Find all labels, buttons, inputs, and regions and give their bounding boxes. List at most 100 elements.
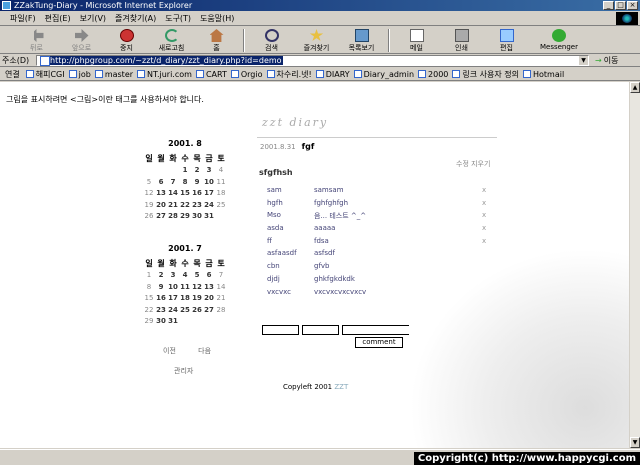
messenger-button[interactable]: Messenger — [529, 27, 589, 54]
calendar-day[interactable]: 21 — [167, 199, 179, 211]
calendar-day[interactable]: 3 — [167, 270, 179, 282]
calendar-day[interactable]: 19 — [191, 293, 203, 305]
refresh-button[interactable]: 새로고침 — [149, 27, 194, 54]
calendar-day[interactable]: 16 — [191, 188, 203, 200]
calendar-day[interactable]: 16 — [155, 293, 167, 305]
link-item[interactable]: master — [94, 70, 133, 79]
calendar-day[interactable]: 2 — [155, 270, 167, 282]
delete-comment-icon[interactable]: x — [482, 199, 486, 207]
comment-name-input[interactable] — [262, 325, 299, 335]
scroll-down-icon[interactable]: ▼ — [630, 437, 640, 448]
calendar-day[interactable]: 28 — [167, 211, 179, 223]
calendar-day[interactable]: 23 — [191, 199, 203, 211]
close-button[interactable]: × — [627, 1, 638, 10]
calendar-day[interactable]: 18 — [215, 188, 227, 200]
calendar-day[interactable]: 25 — [215, 199, 227, 211]
menu-tools[interactable]: 도구(T) — [165, 13, 191, 24]
vertical-scrollbar[interactable]: ▲ ▼ — [629, 82, 640, 448]
delete-comment-icon[interactable]: x — [482, 211, 486, 219]
stop-button[interactable]: 중지 — [104, 27, 149, 54]
link-item[interactable]: DIARY — [315, 70, 350, 79]
calendar-day[interactable]: 4 — [215, 165, 227, 177]
calendar-day[interactable]: 7 — [215, 270, 227, 282]
link-item[interactable]: 해피CGI — [25, 69, 65, 80]
calendar-day[interactable]: 20 — [155, 199, 167, 211]
calendar-day[interactable]: 14 — [167, 188, 179, 200]
back-button[interactable]: 뒤로 — [14, 27, 59, 54]
favorites-button[interactable]: 즐겨찾기 — [294, 27, 339, 54]
print-button[interactable]: 인쇄 — [439, 27, 484, 54]
calendar-day[interactable]: 11 — [179, 281, 191, 293]
calendar-day[interactable]: 2 — [191, 165, 203, 177]
calendar-day[interactable]: 5 — [191, 270, 203, 282]
calendar-day[interactable]: 28 — [215, 304, 227, 316]
calendar-day[interactable]: 17 — [203, 188, 215, 200]
calendar-day[interactable]: 13 — [203, 281, 215, 293]
calendar-day[interactable]: 10 — [167, 281, 179, 293]
calendar-day[interactable]: 29 — [179, 211, 191, 223]
address-input[interactable]: http://phpgroup.com/~zzt/d_diary/zzt_dia… — [36, 54, 589, 66]
calendar-day[interactable]: 1 — [179, 165, 191, 177]
calendar-day[interactable]: 4 — [179, 270, 191, 282]
search-button[interactable]: 검색 — [249, 27, 294, 54]
scroll-up-icon[interactable]: ▲ — [630, 82, 640, 93]
calendar-day[interactable]: 15 — [143, 293, 155, 305]
minimize-button[interactable]: _ — [603, 1, 614, 10]
mail-button[interactable]: 메일 — [394, 27, 439, 54]
calendar-day[interactable]: 6 — [203, 270, 215, 282]
calendar-day[interactable]: 30 — [191, 211, 203, 223]
calendar-day[interactable]: 24 — [203, 199, 215, 211]
calendar-day[interactable]: 20 — [203, 293, 215, 305]
calendar-day[interactable]: 8 — [143, 281, 155, 293]
calendar-day[interactable]: 18 — [179, 293, 191, 305]
calendar-day[interactable]: 5 — [143, 176, 155, 188]
calendar-day[interactable]: 10 — [203, 176, 215, 188]
maximize-button[interactable]: □ — [615, 1, 626, 10]
delete-comment-icon[interactable]: x — [482, 224, 486, 232]
home-button[interactable]: 홈 — [194, 27, 239, 54]
calendar-day[interactable]: 19 — [143, 199, 155, 211]
link-item[interactable]: NT.juri.com — [137, 70, 192, 79]
link-item[interactable]: Diary_admin — [353, 70, 414, 79]
calendar-day[interactable]: 25 — [179, 304, 191, 316]
menu-favorites[interactable]: 즐겨찾기(A) — [115, 13, 156, 24]
edit-delete-links[interactable]: 수정 지우기 — [456, 159, 490, 169]
calendar-day[interactable]: 12 — [191, 281, 203, 293]
delete-comment-icon[interactable]: x — [482, 186, 486, 194]
delete-comment-icon[interactable]: x — [482, 237, 486, 245]
calendar-day[interactable]: 26 — [191, 304, 203, 316]
menu-help[interactable]: 도움말(H) — [200, 13, 234, 24]
calendar-day[interactable]: 30 — [155, 316, 167, 328]
calendar-day[interactable]: 17 — [167, 293, 179, 305]
address-dropdown-icon[interactable]: ▼ — [579, 55, 588, 65]
link-item[interactable]: 2000 — [418, 70, 448, 79]
delete-comment-icon[interactable]: x — [482, 288, 486, 296]
calendar-day[interactable]: 26 — [143, 211, 155, 223]
calendar-day[interactable]: 21 — [215, 293, 227, 305]
calendar-day[interactable]: 23 — [155, 304, 167, 316]
delete-comment-icon[interactable]: x — [482, 262, 486, 270]
calendar-day[interactable]: 9 — [155, 281, 167, 293]
comment-text-input[interactable] — [342, 325, 498, 335]
calendar-day[interactable]: 9 — [191, 176, 203, 188]
copyleft-brand[interactable]: ZZT — [334, 383, 348, 391]
prev-link[interactable]: 이전 — [163, 347, 176, 355]
admin-link[interactable]: 관리자 — [174, 366, 193, 376]
calendar-day[interactable]: 27 — [155, 211, 167, 223]
menu-view[interactable]: 보기(V) — [80, 13, 106, 24]
calendar-day[interactable]: 29 — [143, 316, 155, 328]
link-item[interactable]: Orgio — [230, 70, 263, 79]
calendar-day[interactable]: 27 — [203, 304, 215, 316]
menu-edit[interactable]: 편집(E) — [45, 13, 71, 24]
link-item[interactable]: 링크 사용자 정의 — [452, 69, 519, 80]
calendar-day[interactable]: 15 — [179, 188, 191, 200]
link-item[interactable]: Hotmail — [522, 70, 564, 79]
calendar-day[interactable]: 22 — [143, 304, 155, 316]
history-button[interactable]: 목록보기 — [339, 27, 384, 54]
calendar-day[interactable]: 31 — [167, 316, 179, 328]
calendar-day[interactable]: 13 — [155, 188, 167, 200]
link-item[interactable]: 차수리.넷! — [266, 69, 312, 80]
calendar-day[interactable]: 31 — [203, 211, 215, 223]
comment-password-input[interactable] — [302, 325, 339, 335]
calendar-day[interactable]: 24 — [167, 304, 179, 316]
